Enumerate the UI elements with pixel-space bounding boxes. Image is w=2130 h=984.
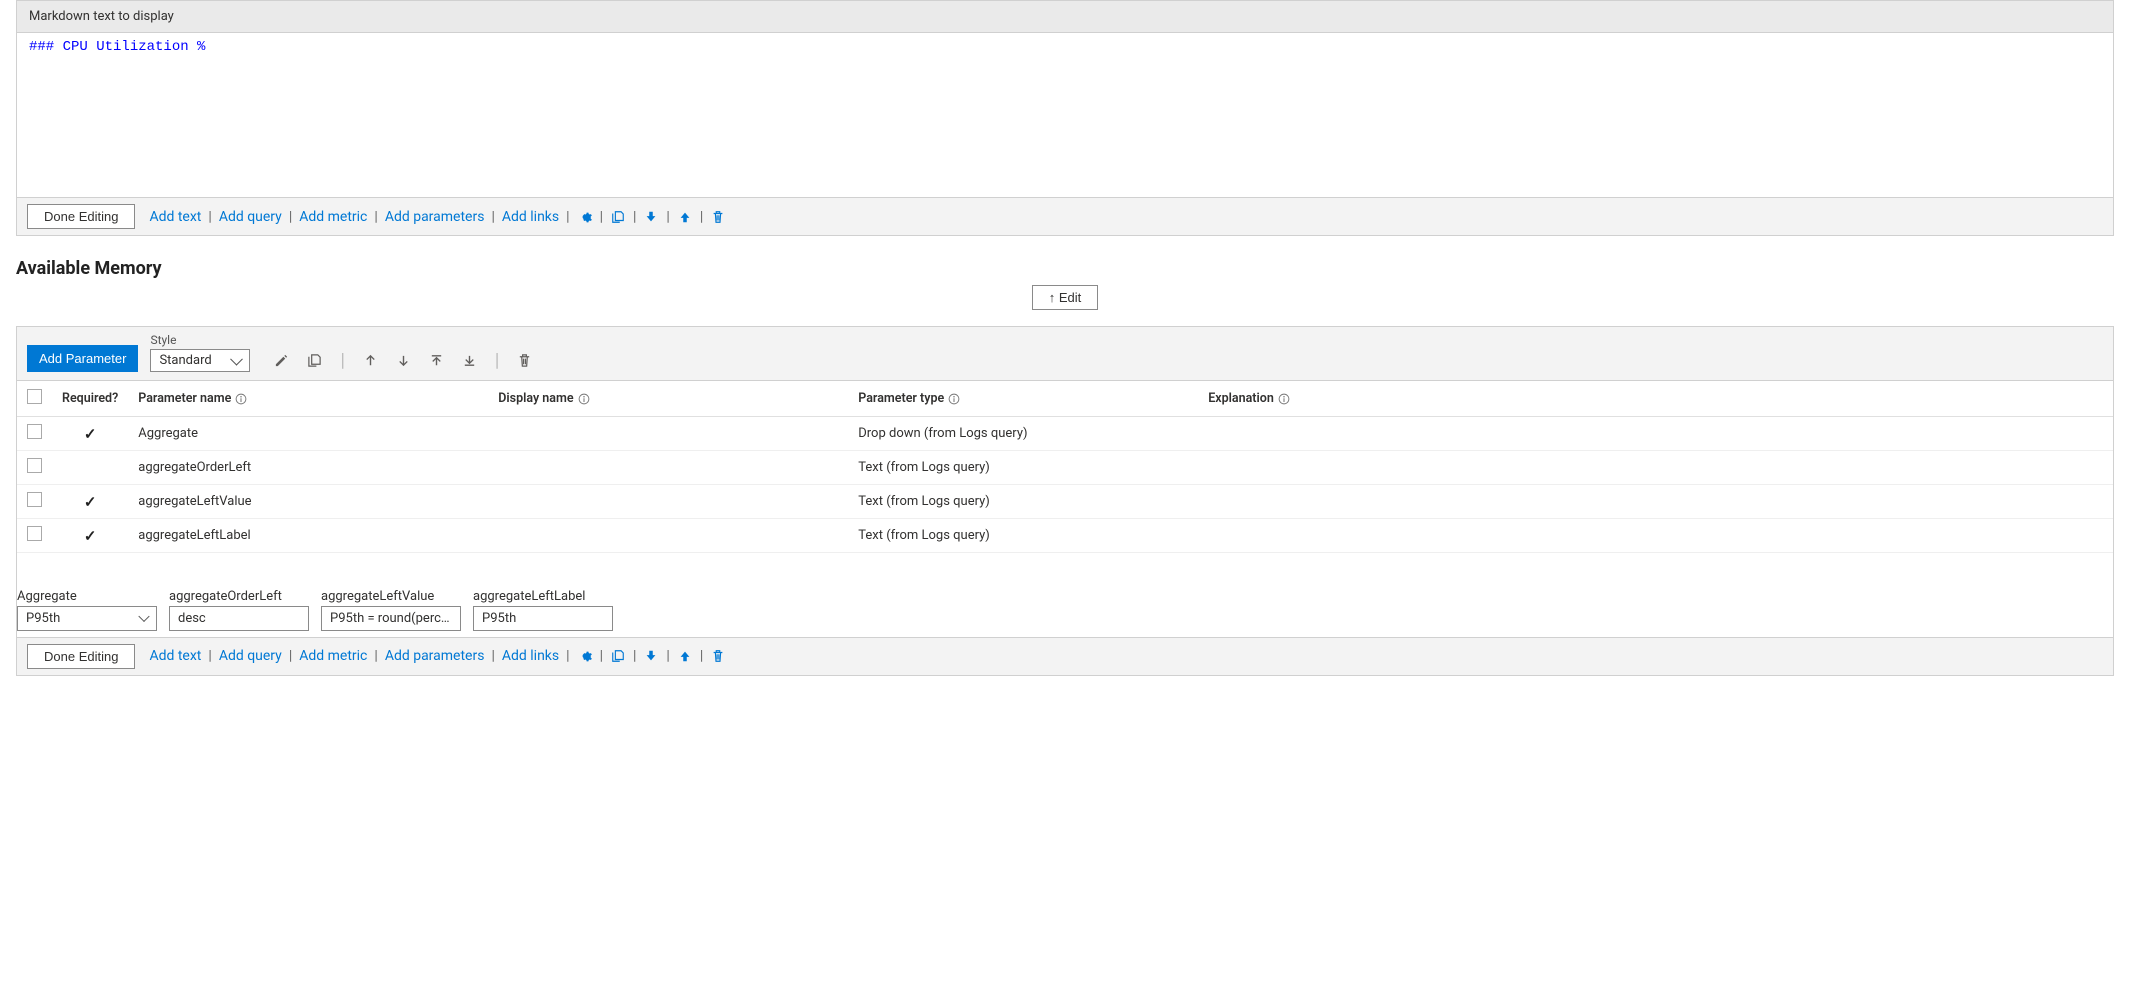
select-all-checkbox[interactable]	[27, 389, 42, 404]
move-down-icon[interactable]	[643, 648, 659, 664]
cell-explanation	[1198, 485, 2113, 519]
param-move-up-icon[interactable]	[363, 353, 378, 368]
table-row[interactable]: aggregateOrderLeft Text (from Logs query)	[17, 451, 2113, 485]
copy-icon[interactable]	[610, 648, 626, 664]
settings-icon[interactable]	[577, 209, 593, 225]
copy-icon[interactable]	[610, 209, 626, 225]
add-query-link[interactable]: Add query	[219, 648, 282, 664]
delete-icon[interactable]	[710, 209, 726, 225]
markdown-header: Markdown text to display	[17, 1, 2113, 33]
info-icon[interactable]	[235, 393, 247, 405]
style-value: Standard	[159, 353, 211, 368]
preview-label: aggregateLeftValue	[321, 589, 461, 604]
markdown-footer: Done Editing Add text | Add query | Add …	[17, 198, 2113, 235]
parameters-table: Required? Parameter name Display name Pa…	[17, 381, 2113, 583]
cell-explanation	[1198, 417, 2113, 451]
done-editing-button[interactable]: Done Editing	[27, 644, 135, 669]
row-checkbox[interactable]	[27, 458, 42, 473]
row-checkbox[interactable]	[27, 492, 42, 507]
move-down-icon[interactable]	[643, 209, 659, 225]
check-icon: ✓	[84, 493, 97, 511]
aggregate-left-value-input[interactable]: P95th = round(percenti…	[321, 606, 461, 631]
cell-display	[488, 519, 848, 553]
col-explanation: Explanation	[1198, 381, 2113, 417]
param-move-bottom-icon[interactable]	[462, 353, 477, 368]
cell-name: aggregateOrderLeft	[128, 451, 488, 485]
check-icon: ✓	[84, 425, 97, 443]
check-icon: ✓	[84, 527, 97, 545]
table-row[interactable]: ✓ Aggregate Drop down (from Logs query)	[17, 417, 2113, 451]
cell-name: Aggregate	[128, 417, 488, 451]
delete-icon[interactable]	[710, 648, 726, 664]
preview-label: aggregateOrderLeft	[169, 589, 309, 604]
cell-name: aggregateLeftValue	[128, 485, 488, 519]
add-metric-link[interactable]: Add metric	[299, 648, 367, 664]
edit-param-icon[interactable]	[274, 353, 289, 368]
cell-display	[488, 485, 848, 519]
duplicate-param-icon[interactable]	[307, 353, 322, 368]
param-delete-icon[interactable]	[517, 353, 532, 368]
cell-display	[488, 417, 848, 451]
parameters-toolbar: Add Parameter Style Standard | |	[17, 327, 2113, 381]
col-required: Required?	[52, 381, 128, 417]
table-row[interactable]: ✓ aggregateLeftValue Text (from Logs query…	[17, 485, 2113, 519]
info-icon[interactable]	[578, 393, 590, 405]
col-param-name: Parameter name	[128, 381, 488, 417]
markdown-content: ### CPU Utilization %	[29, 39, 205, 55]
aggregate-left-label-input[interactable]: P95th	[473, 606, 613, 631]
table-row[interactable]: ✓ aggregateLeftLabel Text (from Logs query…	[17, 519, 2113, 553]
col-display-name: Display name	[488, 381, 848, 417]
preview-label: aggregateLeftLabel	[473, 589, 613, 604]
add-parameter-button[interactable]: Add Parameter	[27, 345, 138, 372]
parameters-footer: Done Editing Add text | Add query | Add …	[17, 637, 2113, 675]
param-move-top-icon[interactable]	[429, 353, 444, 368]
add-parameters-link[interactable]: Add parameters	[385, 209, 485, 225]
add-parameters-link[interactable]: Add parameters	[385, 648, 485, 664]
cell-display	[488, 451, 848, 485]
style-select[interactable]: Standard	[150, 349, 250, 372]
markdown-textarea[interactable]: ### CPU Utilization %	[17, 33, 2113, 198]
row-checkbox[interactable]	[27, 526, 42, 541]
info-icon[interactable]	[1278, 393, 1290, 405]
edit-button[interactable]: ↑ Edit	[1032, 285, 1099, 310]
cell-explanation	[1198, 451, 2113, 485]
cell-type: Text (from Logs query)	[848, 451, 1198, 485]
preview-label: Aggregate	[17, 589, 157, 604]
col-param-type: Parameter type	[848, 381, 1198, 417]
cell-explanation	[1198, 519, 2113, 553]
parameters-panel: Add Parameter Style Standard | |	[16, 326, 2114, 676]
add-query-link[interactable]: Add query	[219, 209, 282, 225]
row-checkbox[interactable]	[27, 424, 42, 439]
move-up-icon[interactable]	[677, 209, 693, 225]
cell-name: aggregateLeftLabel	[128, 519, 488, 553]
param-move-down-icon[interactable]	[396, 353, 411, 368]
style-label: Style	[150, 333, 250, 347]
section-title: Available Memory	[16, 258, 2114, 279]
add-links-link[interactable]: Add links	[502, 209, 559, 225]
cell-type: Text (from Logs query)	[848, 485, 1198, 519]
cell-type: Text (from Logs query)	[848, 519, 1198, 553]
add-text-link[interactable]: Add text	[149, 648, 201, 664]
add-text-link[interactable]: Add text	[149, 209, 201, 225]
markdown-panel: Markdown text to display ### CPU Utiliza…	[16, 0, 2114, 236]
add-links-link[interactable]: Add links	[502, 648, 559, 664]
aggregate-order-left-input[interactable]: desc	[169, 606, 309, 631]
add-metric-link[interactable]: Add metric	[299, 209, 367, 225]
done-editing-button[interactable]: Done Editing	[27, 204, 135, 229]
move-up-icon[interactable]	[677, 648, 693, 664]
aggregate-dropdown[interactable]: P95th	[17, 606, 157, 631]
cell-type: Drop down (from Logs query)	[848, 417, 1198, 451]
param-preview: Aggregate P95th aggregateOrderLeft desc …	[17, 583, 2113, 637]
settings-icon[interactable]	[577, 648, 593, 664]
info-icon[interactable]	[948, 393, 960, 405]
